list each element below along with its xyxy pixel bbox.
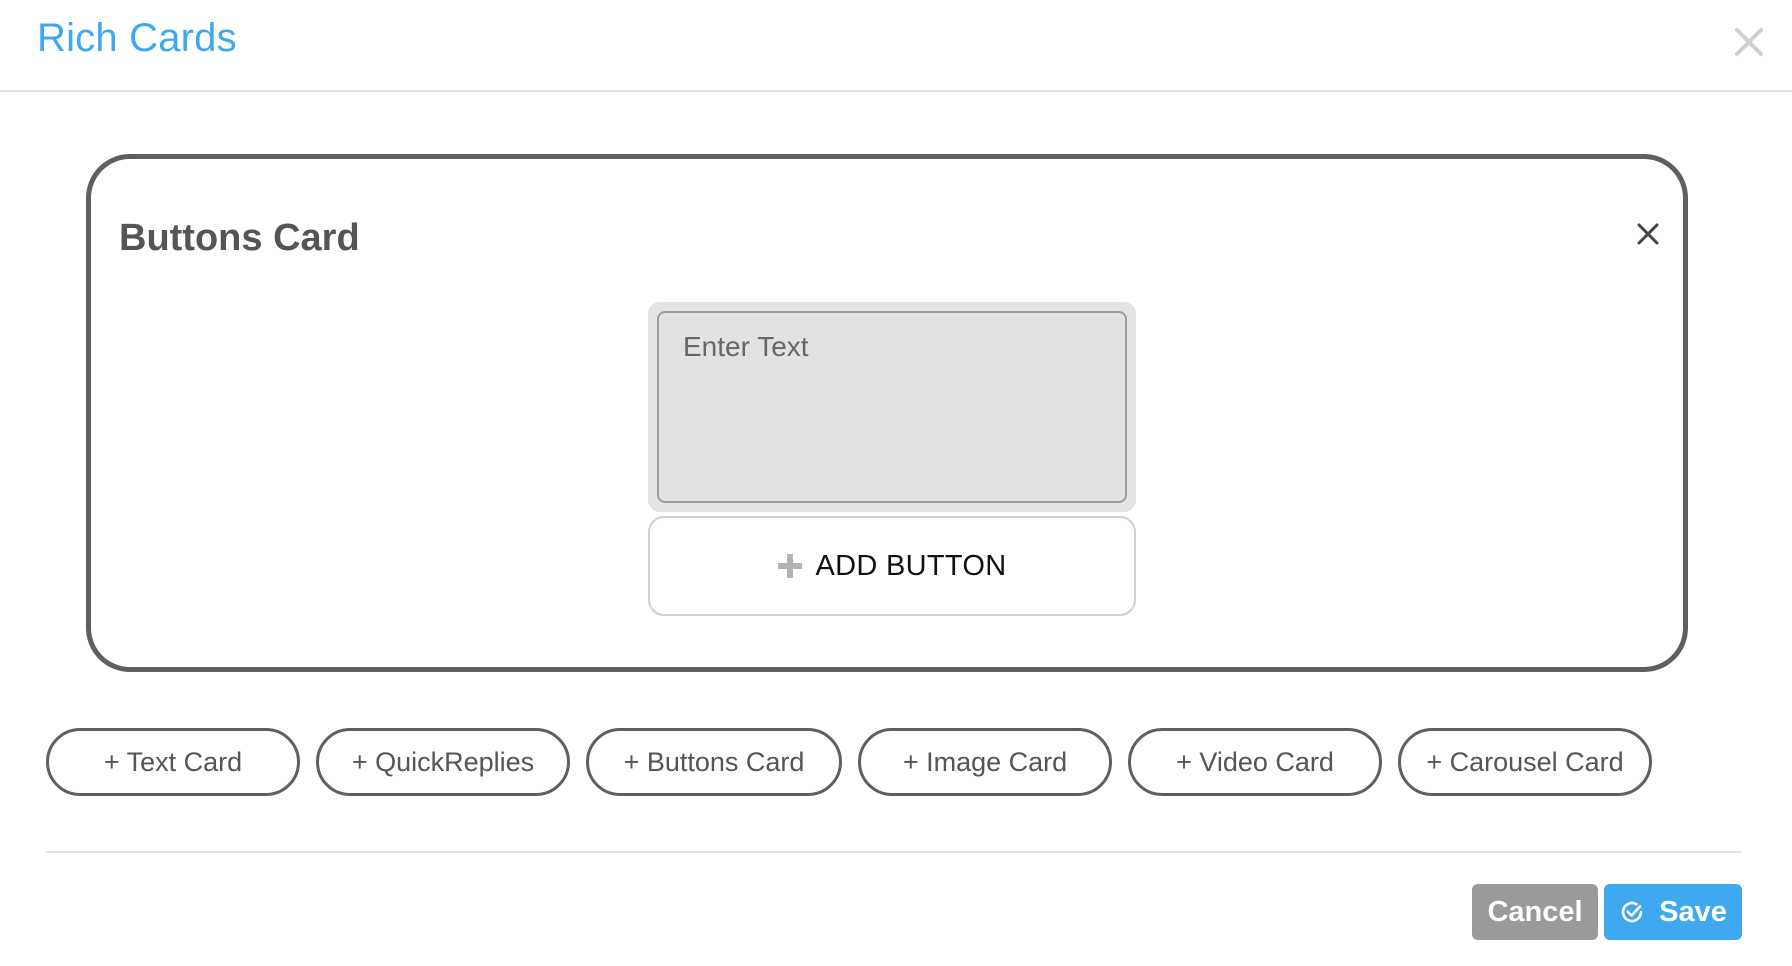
close-icon[interactable]: [1729, 22, 1769, 62]
add-carousel-card-button[interactable]: + Carousel Card: [1398, 728, 1652, 796]
add-buttons-card-button[interactable]: + Buttons Card: [586, 728, 842, 796]
modal-title: Rich Cards: [37, 16, 237, 60]
add-button[interactable]: ADD BUTTON: [648, 516, 1136, 616]
save-button-label: Save: [1659, 895, 1727, 928]
save-button[interactable]: Save: [1604, 884, 1742, 940]
footer-divider: [46, 851, 1742, 853]
add-text-card-button[interactable]: + Text Card: [46, 728, 300, 796]
card-text-input[interactable]: [657, 311, 1127, 503]
add-button-label: ADD BUTTON: [815, 549, 1007, 582]
card-text-container: [648, 302, 1136, 512]
add-quickreplies-button[interactable]: + QuickReplies: [316, 728, 570, 796]
rich-cards-modal: Rich Cards Buttons Card ADD BUTTON + Tex…: [0, 0, 1792, 966]
add-video-card-button[interactable]: + Video Card: [1128, 728, 1382, 796]
close-icon[interactable]: [1635, 221, 1661, 247]
card-title: Buttons Card: [119, 217, 360, 259]
plus-icon: [777, 554, 802, 578]
check-circle-icon: [1621, 901, 1643, 923]
modal-header: Rich Cards: [0, 0, 1792, 92]
cancel-button[interactable]: Cancel: [1472, 884, 1598, 940]
buttons-card: Buttons Card ADD BUTTON: [86, 154, 1688, 672]
add-image-card-button[interactable]: + Image Card: [858, 728, 1112, 796]
